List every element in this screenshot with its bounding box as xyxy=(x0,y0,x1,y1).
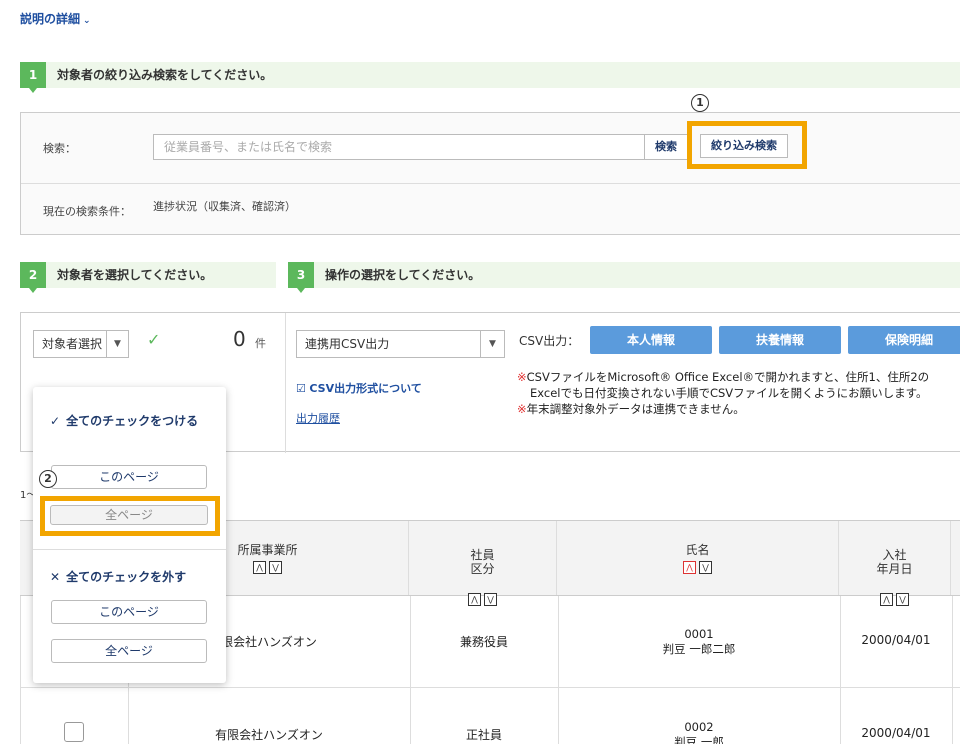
target-select-label: 対象者選択 xyxy=(42,337,103,351)
search-button[interactable]: 検索 xyxy=(644,134,688,160)
sort-buttons: ⋀ ⋁ xyxy=(253,561,282,574)
th-employee-type[interactable]: 社員 区分 ⋀ ⋁ xyxy=(409,521,557,606)
cell-employee-id: 0002 xyxy=(684,720,714,734)
step1-number: 1 xyxy=(20,62,46,93)
search-label: 検索： xyxy=(43,142,76,155)
output-history-link[interactable]: 出力履歴 xyxy=(296,410,340,426)
operation-select-label: 連携用CSV出力 xyxy=(305,337,390,351)
cell-office: 有限会社ハンズオン xyxy=(215,728,323,742)
cell-join-date: 2000/04/01 xyxy=(861,633,931,647)
annotation-1: 1 xyxy=(691,94,709,112)
count-unit: 件 xyxy=(255,337,266,350)
external-link-icon: ☑ xyxy=(296,382,306,395)
cell-employee-name: 判豆 一郎 xyxy=(674,735,724,744)
step3-bar: 3 操作の選択をしてください。 xyxy=(288,262,960,293)
uncheck-all-pages-button[interactable]: 全ページ xyxy=(51,639,207,663)
csv-note-2: Excelでも日付変換されない手順でCSVファイルを開くようにお願いします。 xyxy=(530,386,928,400)
check-all-pages-button[interactable]: 全ページ xyxy=(50,505,208,525)
cell-employee-type: 兼務役員 xyxy=(459,635,508,649)
step1-text: 対象者の絞り込み検索をしてください。 xyxy=(57,68,273,82)
chevron-down-icon: ⌄ xyxy=(83,16,91,26)
step2-text: 対象者を選択してください。 xyxy=(57,268,213,282)
check-this-page-button[interactable]: このページ xyxy=(51,465,207,489)
target-select[interactable]: 対象者選択 ▼ xyxy=(33,330,129,358)
condition-value: 進捗状況（収集済、確認済） xyxy=(153,200,296,213)
uncheck-all-title[interactable]: ✕ 全てのチェックを外す xyxy=(50,567,186,587)
th-name[interactable]: 氏名 ⋀ ⋁ xyxy=(557,521,839,595)
sort-up-icon[interactable]: ⋀ xyxy=(253,561,266,574)
sort-up-icon[interactable]: ⋀ xyxy=(683,561,696,574)
csv-insurance-button[interactable]: 保険明細 xyxy=(848,326,960,354)
csv-note-1: ※CSVファイルをMicrosoft® Office Excel®で開かれますと… xyxy=(517,370,930,384)
step2-number: 2 xyxy=(20,262,46,293)
cell-join-date: 2000/04/01 xyxy=(861,726,931,740)
col-divider xyxy=(952,688,953,744)
cell-employee-id: 0001 xyxy=(684,627,714,641)
step2-bar: 2 対象者を選択してください。 xyxy=(20,262,276,293)
close-icon: ✕ xyxy=(50,570,61,584)
step3-text: 操作の選択をしてください。 xyxy=(325,268,481,282)
search-input[interactable]: 従業員番号、または氏名で検索 xyxy=(153,134,645,160)
row-checkbox[interactable] xyxy=(64,722,84,742)
caret-down-icon: ▼ xyxy=(106,331,128,357)
csv-format-link[interactable]: ☑ CSV出力形式について xyxy=(296,380,422,396)
selected-count: 0 xyxy=(233,327,246,351)
sort-down-icon[interactable]: ⋁ xyxy=(699,561,712,574)
divider xyxy=(21,183,960,184)
col-divider xyxy=(952,596,953,688)
check-icon: ✓ xyxy=(50,414,61,428)
caret-down-icon: ▼ xyxy=(480,331,504,357)
filter-search-button[interactable]: 絞り込み検索 xyxy=(700,134,788,158)
annotation-2: 2 xyxy=(39,470,57,488)
search-panel xyxy=(20,112,960,235)
condition-label: 現在の検索条件： xyxy=(43,205,131,218)
details-link-label: 説明の詳細 xyxy=(20,12,81,26)
check-all-title[interactable]: ✓ 全てのチェックをつける xyxy=(50,411,220,431)
uncheck-this-page-button[interactable]: このページ xyxy=(51,600,207,624)
csv-note-3: ※年末調整対象外データは連携できません。 xyxy=(517,402,745,416)
table-row[interactable]: 有限会社ハンズオン 正社員 0002 判豆 一郎 2000/04/01 xyxy=(20,688,960,744)
check-icon: ✓ xyxy=(147,330,161,349)
operation-select[interactable]: 連携用CSV出力 ▼ xyxy=(296,330,505,358)
cell-employee-type: 正社員 xyxy=(465,728,502,742)
sort-down-icon[interactable]: ⋁ xyxy=(269,561,282,574)
csv-format-link-label: CSV出力形式について xyxy=(309,382,422,395)
sort-buttons: ⋀ ⋁ xyxy=(683,561,712,574)
csv-output-label: CSV出力： xyxy=(519,334,580,348)
cell-employee-name: 判豆 一郎二郎 xyxy=(662,642,736,656)
divider xyxy=(33,549,226,550)
step1-bar: 1 対象者の絞り込み検索をしてください。 xyxy=(20,62,960,93)
step3-number: 3 xyxy=(288,262,314,293)
csv-dependents-button[interactable]: 扶養情報 xyxy=(719,326,841,354)
details-link[interactable]: 説明の詳細 ⌄ xyxy=(20,10,91,27)
divider xyxy=(285,313,286,453)
csv-personal-info-button[interactable]: 本人情報 xyxy=(590,326,712,354)
th-join-date[interactable]: 入社 年月日 ⋀ ⋁ xyxy=(839,521,951,606)
select-dropdown-menu: ✓ 全てのチェックをつける このページ 2 全ページ ✕ 全てのチェックを外す この… xyxy=(33,387,226,683)
